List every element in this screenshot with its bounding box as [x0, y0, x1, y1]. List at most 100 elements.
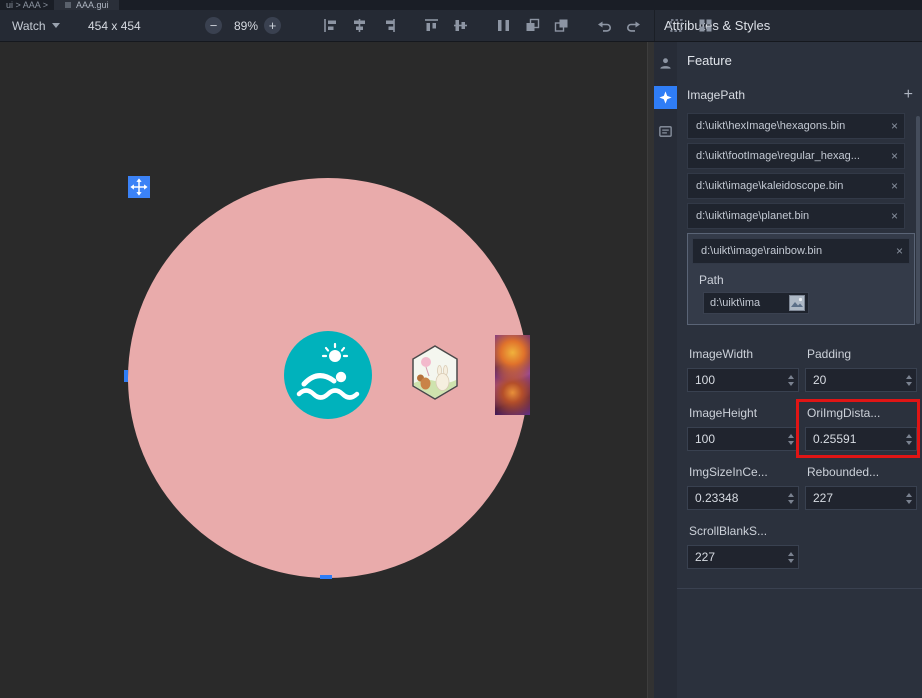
- toolbar-left: Watch 454 x 454 − 89% +: [0, 10, 654, 41]
- move-handle[interactable]: [128, 176, 150, 198]
- align-right-icon[interactable]: [380, 17, 397, 34]
- image-width-spinner[interactable]: [784, 369, 798, 391]
- spinner-up-icon[interactable]: [788, 552, 794, 556]
- imagepath-list: d:\uikt\hexImage\hexagons.bin × d:\uikt\…: [687, 113, 922, 325]
- padding-input[interactable]: [806, 373, 902, 387]
- remove-path-icon[interactable]: ×: [891, 149, 898, 163]
- path-input-value[interactable]: d:\uikt\ima: [710, 297, 789, 309]
- spinner-up-icon[interactable]: [906, 434, 912, 438]
- spinner-up-icon[interactable]: [906, 493, 912, 497]
- send-backward-icon[interactable]: [553, 17, 570, 34]
- img-size-in-center-field[interactable]: [687, 486, 799, 510]
- scroll-blank-label: ScrollBlankS...: [689, 524, 799, 538]
- zoom-in-icon: +: [269, 19, 277, 32]
- image-height-field[interactable]: [687, 427, 799, 451]
- swim-badge-image[interactable]: [284, 331, 372, 419]
- chevron-down-icon: [52, 23, 60, 28]
- image-height-input[interactable]: [688, 432, 784, 446]
- img-size-in-center-label: ImgSizeInCe...: [689, 465, 799, 479]
- align-middle-icon[interactable]: [452, 17, 469, 34]
- path-item-1[interactable]: d:\uikt\footImage\regular_hexag... ×: [687, 143, 905, 169]
- spinner-down-icon[interactable]: [906, 500, 912, 504]
- marquee-icon[interactable]: [668, 17, 685, 34]
- spinner-down-icon[interactable]: [906, 441, 912, 445]
- spinner-down-icon[interactable]: [788, 500, 794, 504]
- align-center-horizontal-icon[interactable]: [351, 17, 368, 34]
- path-item-expanded-group: d:\uikt\image\rainbow.bin × Path d:\uikt…: [687, 233, 915, 325]
- path-item-0[interactable]: d:\uikt\hexImage\hexagons.bin ×: [687, 113, 905, 139]
- imagepath-label: ImagePath: [687, 88, 745, 102]
- ori-img-distance-label: OriImgDista...: [807, 406, 917, 420]
- breadcrumb-trail[interactable]: ui > AAA >: [6, 0, 48, 10]
- align-left-icon[interactable]: [322, 17, 339, 34]
- image-width-input[interactable]: [688, 373, 784, 387]
- prop-row-2: ImageHeight OriImgDista...: [687, 406, 922, 451]
- canvas-size-label: 454 x 454: [88, 10, 141, 41]
- user-icon[interactable]: [654, 52, 677, 75]
- ori-img-distance-input[interactable]: [806, 432, 902, 446]
- add-path-button[interactable]: +: [904, 88, 913, 102]
- remove-path-icon[interactable]: ×: [891, 209, 898, 223]
- path-item-3[interactable]: d:\uikt\image\planet.bin ×: [687, 203, 905, 229]
- spinner-down-icon[interactable]: [788, 382, 794, 386]
- breadcrumb-file-tab[interactable]: AAA.gui: [54, 0, 119, 10]
- zoom-level-label: 89%: [228, 10, 264, 41]
- image-thumbnail-icon[interactable]: [789, 295, 805, 311]
- remove-path-icon[interactable]: ×: [891, 179, 898, 193]
- path-text: d:\uikt\hexImage\hexagons.bin: [696, 120, 886, 132]
- prop-img-size-in-center: ImgSizeInCe...: [687, 465, 799, 510]
- path-sub-label: Path: [699, 273, 910, 287]
- padding-spinner[interactable]: [902, 369, 916, 391]
- rebounded-field[interactable]: [805, 486, 917, 510]
- hexagon-rabbit-image[interactable]: [411, 345, 459, 400]
- spinner-down-icon[interactable]: [788, 559, 794, 563]
- path-input[interactable]: d:\uikt\ima: [703, 292, 809, 314]
- spinner-up-icon[interactable]: [788, 493, 794, 497]
- imagepath-header: ImagePath +: [687, 88, 913, 102]
- spinner-down-icon[interactable]: [788, 441, 794, 445]
- ori-img-distance-spinner[interactable]: [902, 428, 916, 450]
- remove-path-icon[interactable]: ×: [891, 119, 898, 133]
- align-top-icon[interactable]: [423, 17, 440, 34]
- section-title: Feature: [687, 53, 922, 68]
- canvas-scrollbar[interactable]: [647, 42, 654, 698]
- ori-img-distance-field[interactable]: [805, 427, 917, 451]
- zoom-out-button[interactable]: −: [205, 17, 222, 34]
- distribute-horizontal-icon[interactable]: [495, 17, 512, 34]
- path-item-4[interactable]: d:\uikt\image\rainbow.bin ×: [692, 238, 910, 264]
- spinner-up-icon[interactable]: [788, 375, 794, 379]
- rebounded-spinner[interactable]: [902, 487, 916, 509]
- kaleidoscope-image[interactable]: [495, 335, 530, 415]
- prop-row-3: ImgSizeInCe... Rebounded...: [687, 465, 922, 510]
- img-size-in-center-spinner[interactable]: [784, 487, 798, 509]
- spinner-up-icon[interactable]: [788, 434, 794, 438]
- zoom-in-button[interactable]: +: [264, 17, 281, 34]
- breadcrumb: ui > AAA > AAA.gui: [0, 0, 922, 10]
- rebounded-input[interactable]: [806, 491, 902, 505]
- img-size-in-center-input[interactable]: [688, 491, 784, 505]
- watch-label: Watch: [12, 19, 46, 33]
- scroll-blank-spinner[interactable]: [784, 546, 798, 568]
- remove-path-icon[interactable]: ×: [896, 244, 903, 258]
- image-width-field[interactable]: [687, 368, 799, 392]
- grid-icon[interactable]: [697, 17, 714, 34]
- path-list-scrollbar[interactable]: [916, 116, 920, 324]
- move-icon: [130, 178, 148, 196]
- redo-icon[interactable]: [625, 17, 642, 34]
- image-height-spinner[interactable]: [784, 428, 798, 450]
- list-icon[interactable]: [654, 120, 677, 143]
- spinner-down-icon[interactable]: [906, 382, 912, 386]
- spinner-up-icon[interactable]: [906, 375, 912, 379]
- scroll-blank-field[interactable]: [687, 545, 799, 569]
- bring-forward-icon[interactable]: [524, 17, 541, 34]
- watch-dropdown[interactable]: Watch: [12, 10, 60, 41]
- padding-field[interactable]: [805, 368, 917, 392]
- design-canvas[interactable]: [0, 42, 647, 698]
- undo-icon[interactable]: [596, 17, 613, 34]
- attributes-icon[interactable]: [654, 86, 677, 109]
- scroll-blank-input[interactable]: [688, 550, 784, 564]
- image-width-label: ImageWidth: [689, 347, 799, 361]
- image-height-label: ImageHeight: [689, 406, 799, 420]
- gui-editor-app: ui > AAA > AAA.gui Watch 454 x 454 − 89%…: [0, 0, 922, 698]
- path-item-2[interactable]: d:\uikt\image\kaleidoscope.bin ×: [687, 173, 905, 199]
